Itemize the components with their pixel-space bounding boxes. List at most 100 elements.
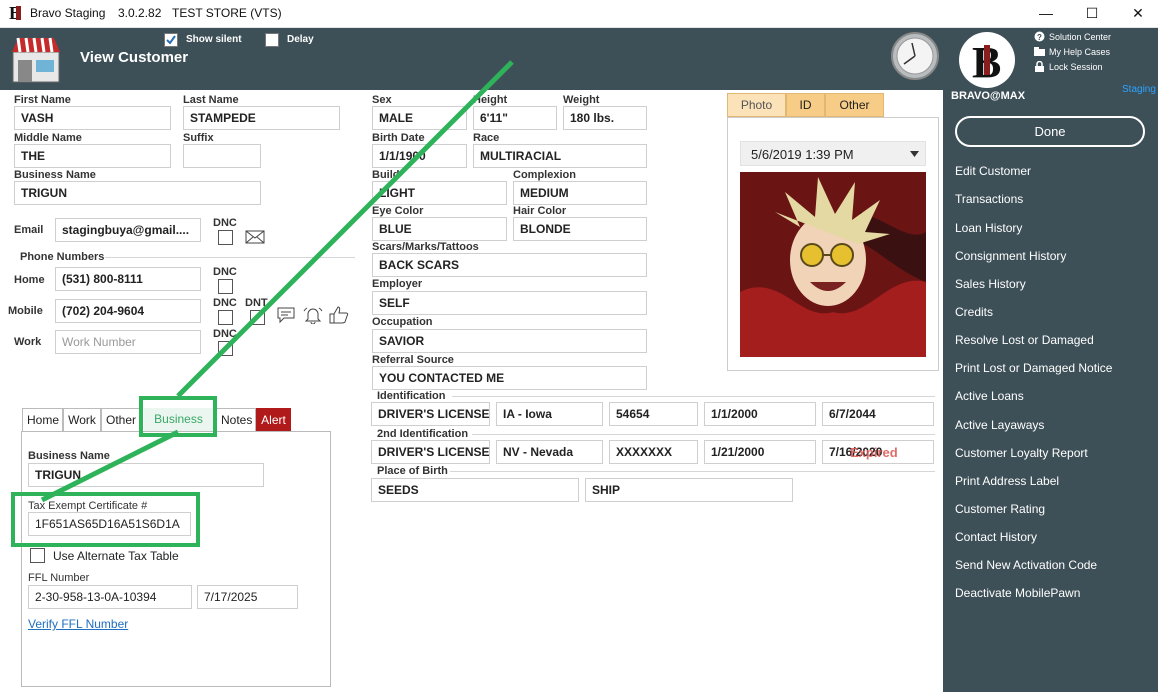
title-bar: B Bravo Staging 3.0.2.82 TEST STORE (VTS…	[0, 0, 1158, 28]
email-dnc-checkbox[interactable]	[218, 230, 233, 245]
notification-bell-icon[interactable]	[302, 306, 324, 324]
mobile-phone-field[interactable]: (702) 204-9604	[55, 299, 201, 323]
done-button[interactable]: Done	[955, 116, 1145, 147]
mobile-dnt-checkbox[interactable]	[250, 310, 265, 325]
sidebar-item-consignment-history[interactable]: Consignment History	[955, 249, 1066, 263]
ffl-number-field[interactable]: 2-30-958-13-0A-10394	[28, 585, 192, 609]
store-icon	[12, 37, 60, 83]
sex-field[interactable]: MALE	[372, 106, 467, 130]
sidebar-item-active-layaways[interactable]: Active Layaways	[955, 418, 1044, 432]
occupation-field[interactable]: SAVIOR	[372, 329, 647, 353]
lock-session-link[interactable]: Lock Session	[1049, 62, 1103, 72]
solution-center-link[interactable]: Solution Center	[1049, 32, 1111, 42]
id2-number-field[interactable]: XXXXXXX	[609, 440, 698, 464]
maximize-button[interactable]: ☐	[1069, 2, 1115, 24]
id1-type-field[interactable]: DRIVER'S LICENSE	[371, 402, 490, 426]
id1-issued-field[interactable]: 1/1/2000	[704, 402, 816, 426]
tab-work[interactable]: Work	[63, 408, 101, 432]
email-field[interactable]: stagingbuya@gmail....	[55, 218, 201, 242]
sidebar-item-credits[interactable]: Credits	[955, 305, 993, 319]
sidebar-item-print-address-label[interactable]: Print Address Label	[955, 474, 1059, 488]
sms-icon[interactable]	[276, 306, 296, 324]
home-dnc-checkbox[interactable]	[218, 279, 233, 294]
build-field[interactable]: LIGHT	[372, 181, 507, 205]
delay-checkbox[interactable]	[265, 33, 279, 47]
height-field[interactable]: 6'11"	[473, 106, 557, 130]
sidebar-item-resolve-lost[interactable]: Resolve Lost or Damaged	[955, 333, 1094, 347]
tab-notes[interactable]: Notes	[216, 408, 256, 432]
id1-number-field[interactable]: 54654	[609, 402, 698, 426]
mobile-dnc-label: DNC	[213, 297, 237, 309]
sidebar-item-loan-history[interactable]: Loan History	[955, 221, 1022, 235]
work-phone-field[interactable]: Work Number	[55, 330, 201, 354]
minimize-button[interactable]: —	[1023, 2, 1069, 24]
sidebar-item-customer-rating[interactable]: Customer Rating	[955, 502, 1045, 516]
sidebar-item-deactivate-mobilepawn[interactable]: Deactivate MobilePawn	[955, 586, 1080, 600]
mobile-phone-label: Mobile	[8, 305, 43, 317]
id1-state-field[interactable]: IA - Iowa	[496, 402, 603, 426]
id2-state-field[interactable]: NV - Nevada	[496, 440, 603, 464]
photo-date-select[interactable]: 5/6/2019 1:39 PM	[740, 141, 926, 166]
referral-field[interactable]: YOU CONTACTED ME	[372, 366, 647, 390]
thumbs-up-icon[interactable]	[328, 305, 350, 325]
sidebar-item-print-lost-notice[interactable]: Print Lost or Damaged Notice	[955, 361, 1112, 375]
sex-label: Sex	[372, 94, 392, 106]
weight-field[interactable]: 180 lbs.	[563, 106, 647, 130]
middle-name-field[interactable]: THE	[14, 144, 171, 168]
complexion-field[interactable]: MEDIUM	[513, 181, 647, 205]
close-button[interactable]: ✕	[1115, 2, 1158, 24]
identification-separator	[452, 396, 935, 397]
last-name-field[interactable]: STAMPEDE	[183, 106, 340, 130]
sidebar-item-contact-history[interactable]: Contact History	[955, 530, 1037, 544]
last-name-label: Last Name	[183, 94, 239, 106]
help-cases-link[interactable]: My Help Cases	[1049, 47, 1110, 57]
expired-badge: Expired	[850, 445, 898, 460]
first-name-label: First Name	[14, 94, 71, 106]
clock-icon	[891, 32, 939, 80]
employer-field[interactable]: SELF	[372, 291, 647, 315]
eye-color-field[interactable]: BLUE	[372, 217, 507, 241]
id1-expires-field[interactable]: 6/7/2044	[822, 402, 934, 426]
show-silent-checkbox[interactable]	[164, 33, 178, 47]
complexion-label: Complexion	[513, 169, 576, 181]
suffix-field[interactable]	[183, 144, 261, 168]
race-label: Race	[473, 132, 500, 144]
sidebar-item-transactions[interactable]: Transactions	[955, 192, 1023, 206]
customer-photo[interactable]	[740, 172, 926, 357]
home-phone-label: Home	[14, 274, 45, 286]
envelope-icon[interactable]	[245, 230, 265, 244]
help-icon[interactable]: ?	[1034, 31, 1045, 42]
occupation-label: Occupation	[372, 316, 433, 328]
photo-tab-photo[interactable]: Photo	[727, 93, 786, 117]
tab-home[interactable]: Home	[22, 408, 63, 432]
first-name-field[interactable]: VASH	[14, 106, 171, 130]
photo-tab-other[interactable]: Other	[825, 93, 884, 117]
business-tab-name-field[interactable]: TRIGUN	[28, 463, 264, 487]
id2-type-field[interactable]: DRIVER'S LICENSE	[371, 440, 490, 464]
sidebar-item-edit-customer[interactable]: Edit Customer	[955, 164, 1031, 178]
home-phone-field[interactable]: (531) 800-8111	[55, 267, 201, 291]
sidebar-item-loyalty-report[interactable]: Customer Loyalty Report	[955, 446, 1088, 460]
alternate-tax-checkbox[interactable]	[30, 548, 45, 563]
sidebar-item-sales-history[interactable]: Sales History	[955, 277, 1026, 291]
work-dnc-checkbox[interactable]	[218, 341, 233, 356]
ffl-date-field[interactable]: 7/17/2025	[197, 585, 298, 609]
build-label: Build	[372, 169, 400, 181]
birth-city-field[interactable]: SEEDS	[371, 478, 579, 502]
tab-alert[interactable]: Alert	[256, 408, 291, 432]
ffl-number-label: FFL Number	[28, 572, 90, 584]
photo-tab-id[interactable]: ID	[786, 93, 825, 117]
hair-color-field[interactable]: BLONDE	[513, 217, 647, 241]
second-id-label: 2nd Identification	[377, 428, 469, 440]
birth-date-field[interactable]: 1/1/1900	[372, 144, 467, 168]
id2-issued-field[interactable]: 1/21/2000	[704, 440, 816, 464]
sidebar-item-active-loans[interactable]: Active Loans	[955, 389, 1024, 403]
sidebar-item-send-activation-code[interactable]: Send New Activation Code	[955, 558, 1097, 572]
birth-country-field[interactable]: SHIP	[585, 478, 793, 502]
business-name-field[interactable]: TRIGUN	[14, 181, 261, 205]
scars-field[interactable]: BACK SCARS	[372, 253, 647, 277]
verify-ffl-link[interactable]: Verify FFL Number	[28, 617, 128, 631]
race-field[interactable]: MULTIRACIAL	[473, 144, 647, 168]
tab-other[interactable]: Other	[101, 408, 141, 432]
mobile-dnc-checkbox[interactable]	[218, 310, 233, 325]
